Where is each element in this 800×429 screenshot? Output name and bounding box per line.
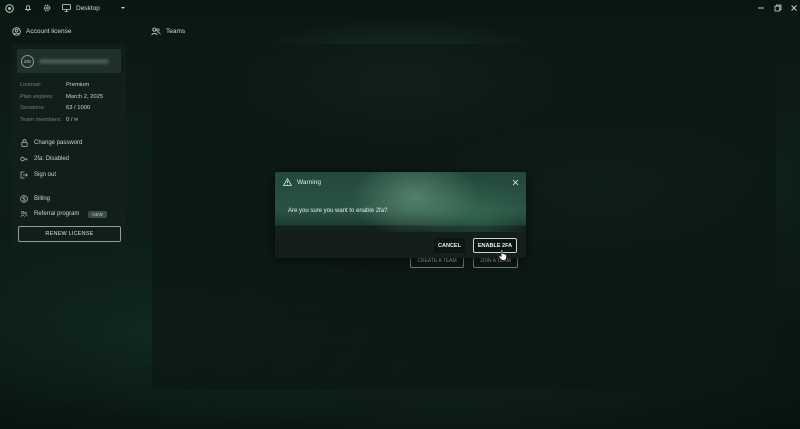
workspace-label: Desktop: [76, 4, 100, 12]
restore-icon: [774, 4, 782, 12]
hand-cursor-icon: [498, 249, 507, 261]
people-icon: [20, 210, 28, 218]
monitor-icon: [62, 4, 71, 12]
bell-icon[interactable]: [23, 3, 33, 13]
maximize-button[interactable]: [772, 2, 784, 14]
account-icon: [12, 27, 21, 36]
info-row-license: License: Premium: [20, 82, 90, 88]
chevron-down-icon: [120, 7, 125, 9]
app-logo-icon[interactable]: [4, 3, 14, 13]
twofa-toggle-link[interactable]: 2fa: Disabled: [20, 155, 69, 163]
title-bar: Desktop: [0, 0, 800, 16]
panel-title: Account license: [26, 28, 72, 35]
lock-icon: [20, 139, 28, 147]
dialog-close-button[interactable]: [510, 177, 520, 187]
cancel-button[interactable]: CANCEL: [434, 238, 465, 253]
new-badge: NEW: [88, 210, 107, 218]
teams-header: Teams: [151, 27, 185, 36]
info-row-plan-expires: Plan expires: March 2, 2025: [20, 94, 104, 100]
info-row-sessions: Sessions: 63 / 1000: [20, 105, 91, 111]
referral-program-link[interactable]: Referral program NEW: [20, 210, 107, 218]
dialog-message: Are you sure you want to enable 2fa?: [288, 208, 388, 214]
dialog-header: Warning: [283, 178, 321, 186]
account-panel: ZIS License: Premium Plan expires: March…: [12, 44, 126, 248]
close-icon: [512, 179, 518, 185]
billing-link[interactable]: Billing: [20, 195, 50, 203]
avatar: ZIS: [21, 54, 34, 68]
logout-icon: [20, 171, 28, 179]
dollar-icon: [20, 195, 28, 203]
enable-2fa-button[interactable]: ENABLE 2FA: [473, 238, 517, 253]
sign-out-link[interactable]: Sign out: [20, 171, 56, 179]
minimize-button[interactable]: [755, 2, 767, 14]
renew-license-button[interactable]: RENEW LICENSE: [18, 226, 121, 242]
account-license-header: Account license: [12, 27, 72, 36]
key-icon: [20, 155, 28, 163]
teams-title: Teams: [166, 28, 186, 35]
teams-icon: [151, 27, 161, 36]
minimize-icon: [758, 7, 764, 9]
info-row-team-members: Team members: 0 / ∞: [20, 117, 79, 123]
user-card: ZIS: [17, 49, 121, 73]
blurred-username: [39, 58, 109, 64]
warning-icon: [283, 178, 292, 186]
warning-dialog: Warning Are you sure you want to enable …: [275, 172, 526, 258]
close-window-button[interactable]: [788, 2, 800, 14]
change-password-link[interactable]: Change password: [20, 139, 82, 147]
close-icon: [791, 5, 797, 11]
workspace-selector[interactable]: Desktop: [62, 3, 127, 13]
dialog-title: Warning: [297, 178, 321, 186]
gear-icon[interactable]: [42, 3, 52, 13]
